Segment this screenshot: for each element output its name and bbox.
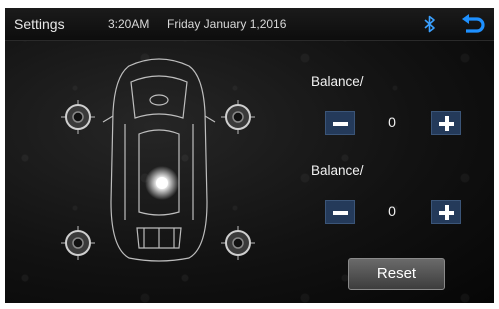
balance-1-value: 0	[388, 114, 396, 130]
balance-focus-point-icon[interactable]	[145, 166, 179, 200]
date: Friday January 1,2016	[167, 17, 287, 31]
balance-2-increase-button[interactable]	[431, 200, 461, 224]
balance-label-1: Balance/	[311, 74, 364, 89]
balance-1-increase-button[interactable]	[431, 111, 461, 135]
rear-left-speaker-icon[interactable]	[61, 226, 95, 260]
rear-right-speaker-icon[interactable]	[221, 226, 255, 260]
clock: 3:20AM	[108, 17, 150, 31]
page-title: Settings	[14, 16, 65, 32]
bluetooth-icon[interactable]	[423, 15, 437, 33]
plus-icon	[445, 116, 449, 131]
balance-2-decrease-button[interactable]	[325, 200, 355, 224]
car-outline-graphic	[102, 58, 216, 262]
front-left-speaker-icon[interactable]	[61, 100, 95, 134]
balance-2-value: 0	[388, 203, 396, 219]
balance-label-2: Balance/	[311, 163, 364, 178]
reset-button[interactable]: Reset	[348, 258, 445, 290]
front-right-speaker-icon[interactable]	[221, 100, 255, 134]
minus-icon	[333, 211, 348, 215]
plus-icon	[445, 205, 449, 220]
minus-icon	[333, 122, 348, 126]
head-unit-screen: Settings 3:20AM Friday January 1,2016 Ba…	[5, 8, 494, 303]
status-bar: Settings 3:20AM Friday January 1,2016	[5, 8, 494, 41]
balance-1-decrease-button[interactable]	[325, 111, 355, 135]
back-arrow-icon[interactable]	[460, 14, 486, 36]
